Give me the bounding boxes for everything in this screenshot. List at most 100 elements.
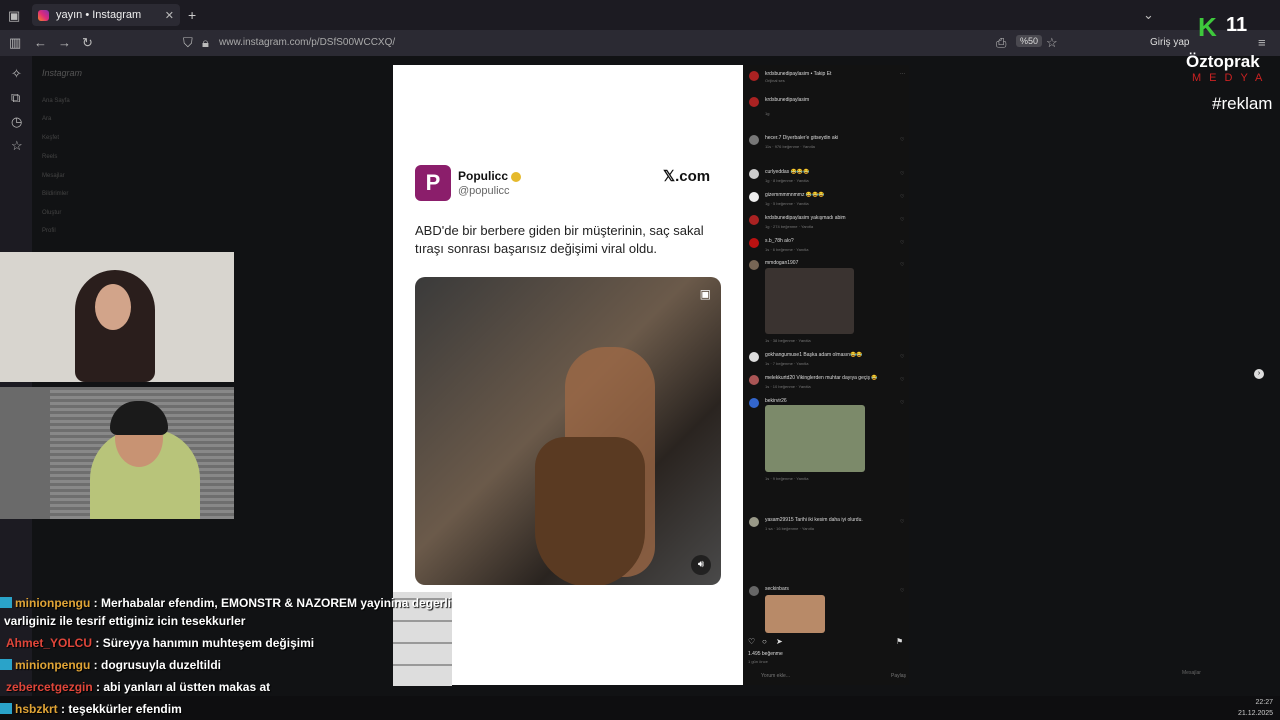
post-audio[interactable]: Orijinal ses: [765, 78, 785, 83]
forward-icon[interactable]: →: [58, 35, 71, 50]
chat-text: : dogrusuyla duzeltildi: [93, 658, 222, 672]
video-tag-icon[interactable]: ▣: [700, 287, 711, 301]
comment-user[interactable]: gokhangumuse1 Başka adam olmasın😂😂: [765, 352, 863, 358]
avatar[interactable]: [749, 375, 759, 385]
nav-item-notifications[interactable]: Bildirimler: [42, 191, 68, 197]
nav-item-reels[interactable]: Reels: [42, 154, 57, 160]
messages-button[interactable]: Mesajlar: [1182, 670, 1201, 676]
nav-item-create[interactable]: Oluştur: [42, 210, 61, 216]
history-icon[interactable]: ◷: [11, 114, 22, 130]
avatar[interactable]: [749, 169, 759, 179]
post-author[interactable]: krdsbunedipaylasim • Takip Et: [765, 71, 831, 77]
url-field[interactable]: www.instagram.com/p/DSfS00WCCXQ/: [219, 37, 395, 48]
tweet-text: ABD'de bir berbere giden bir müşterinin,…: [415, 223, 704, 256]
verified-badge-icon: [511, 171, 522, 182]
taskbar-clock[interactable]: 22:27 21.12.2025: [1238, 697, 1273, 719]
nav-item-explore[interactable]: Keşfet: [42, 135, 59, 141]
avatar[interactable]: [749, 215, 759, 225]
chat-message: hsbzkrt : teşekkürler efendim: [0, 702, 182, 716]
nav-item-home[interactable]: Ana Sayfa: [42, 98, 70, 104]
comment-user[interactable]: curlyeddas 😂😂😂: [765, 169, 809, 175]
avatar[interactable]: [749, 260, 759, 270]
shield-icon[interactable]: ⛉: [183, 35, 193, 51]
menu-icon[interactable]: ≡: [1258, 35, 1266, 50]
tab-overview-icon[interactable]: ▣: [8, 8, 20, 24]
like-heart-icon[interactable]: ♡: [900, 588, 904, 594]
browser-tab[interactable]: yayın • Instagram ✕: [32, 4, 180, 26]
login-button[interactable]: Giriş yap: [1150, 37, 1189, 48]
comment-user[interactable]: krdsbunedipaylasim yakışmadı abim: [765, 215, 846, 221]
bookmarks-icon[interactable]: ☆: [11, 138, 23, 154]
nav-item-search[interactable]: Ara: [42, 116, 51, 122]
sidebar-toggle-icon[interactable]: ▥: [9, 35, 21, 51]
close-tab-icon[interactable]: ✕: [165, 9, 174, 22]
comment-meta: 1g · 274 beğenme · Yanıtla: [765, 224, 814, 229]
bookmark-star-icon[interactable]: ☆: [1046, 35, 1058, 51]
likes-count[interactable]: 1.495 beğenme: [748, 651, 783, 657]
like-heart-icon[interactable]: ♡: [900, 354, 904, 360]
like-heart-icon[interactable]: ♡: [900, 194, 904, 200]
chat-user: Ahmet_YOLCU: [6, 636, 93, 650]
comment-user[interactable]: bekirvir26: [765, 398, 787, 404]
comment-user[interactable]: mmdogan1907: [765, 260, 798, 266]
avatar[interactable]: [749, 238, 759, 248]
twitch-icon: [0, 703, 12, 714]
url-toolbar: ▥ ← → ↻ ⛉ 🔒︎ www.instagram.com/p/DSfS00W…: [0, 30, 1280, 56]
nav-item-messages[interactable]: Mesajlar: [42, 173, 65, 179]
comment-user[interactable]: melekkurtd20 Vikinglerden muhtar dayıya …: [765, 375, 878, 381]
nav-item-profile[interactable]: Profil: [42, 228, 56, 234]
like-heart-icon[interactable]: ♡: [900, 262, 904, 268]
like-heart-icon[interactable]: ♡: [900, 171, 904, 177]
avatar[interactable]: [749, 135, 759, 145]
ai-icon[interactable]: ✧: [11, 66, 22, 82]
comment-user[interactable]: s.b_78h alo?: [765, 238, 794, 244]
chevron-down-icon[interactable]: ⌄: [1143, 7, 1154, 23]
share-icon[interactable]: ➤: [776, 637, 783, 646]
twitch-icon: [0, 659, 12, 670]
sound-icon[interactable]: 🔊︎: [691, 555, 711, 575]
back-icon[interactable]: ←: [34, 35, 47, 50]
reload-icon[interactable]: ↻: [82, 35, 93, 51]
avatar[interactable]: [749, 71, 759, 81]
comment-image[interactable]: [765, 405, 865, 472]
like-heart-icon[interactable]: ♡: [900, 217, 904, 223]
like-heart-icon[interactable]: ♡: [748, 637, 755, 646]
chat-message: varliginiz ile tesrif ettiginiz icin tes…: [4, 614, 245, 628]
next-post-icon[interactable]: ›: [1254, 369, 1264, 379]
comment-icon[interactable]: ○: [762, 637, 767, 646]
like-heart-icon[interactable]: ♡: [900, 519, 904, 525]
comment-image[interactable]: [765, 595, 825, 633]
comment-user[interactable]: yasam29915 Tarihi iki kesim daha iyi olu…: [765, 517, 863, 523]
comment-input[interactable]: Yorum ekle...: [761, 673, 790, 679]
video-beard: [535, 437, 645, 585]
avatar[interactable]: [749, 517, 759, 527]
avatar[interactable]: [749, 352, 759, 362]
new-tab-button[interactable]: +: [188, 7, 196, 23]
tweet-source: 𝕏.com: [663, 168, 711, 185]
tabs-icon[interactable]: ⧉: [11, 90, 20, 106]
webcam-2: [0, 387, 234, 519]
post-date: 1 gün önce: [748, 659, 768, 664]
avatar[interactable]: [749, 586, 759, 596]
comment-image[interactable]: [765, 268, 854, 334]
like-heart-icon[interactable]: ♡: [900, 400, 904, 406]
comment-user[interactable]: hecer.7 Diyerbaler'e gitseydin aki: [765, 135, 838, 141]
comment-user[interactable]: krdsbunedipaylasim: [765, 97, 809, 103]
more-options-icon[interactable]: ···: [900, 71, 905, 77]
tweet-video[interactable]: ▣ 🔊︎: [415, 277, 721, 585]
streamer-1-face: [95, 284, 131, 330]
comment-user[interactable]: gizemmmmnmmz 😂😂😂: [765, 192, 825, 198]
like-heart-icon[interactable]: ♡: [900, 240, 904, 246]
zoom-level[interactable]: %50: [1016, 35, 1043, 47]
like-heart-icon[interactable]: ♡: [900, 377, 904, 383]
post-comment-button[interactable]: Paylaş: [891, 673, 906, 679]
avatar[interactable]: [749, 398, 759, 408]
like-heart-icon[interactable]: ♡: [900, 137, 904, 143]
avatar[interactable]: [749, 97, 759, 107]
tab-title: yayın • Instagram: [56, 9, 142, 21]
avatar[interactable]: [749, 192, 759, 202]
save-icon[interactable]: ⚑: [896, 637, 903, 646]
instagram-logo: Instagram: [42, 68, 83, 78]
reader-view-icon[interactable]: ⎙: [996, 35, 1006, 51]
comment-user[interactable]: seckinbars: [765, 586, 789, 592]
